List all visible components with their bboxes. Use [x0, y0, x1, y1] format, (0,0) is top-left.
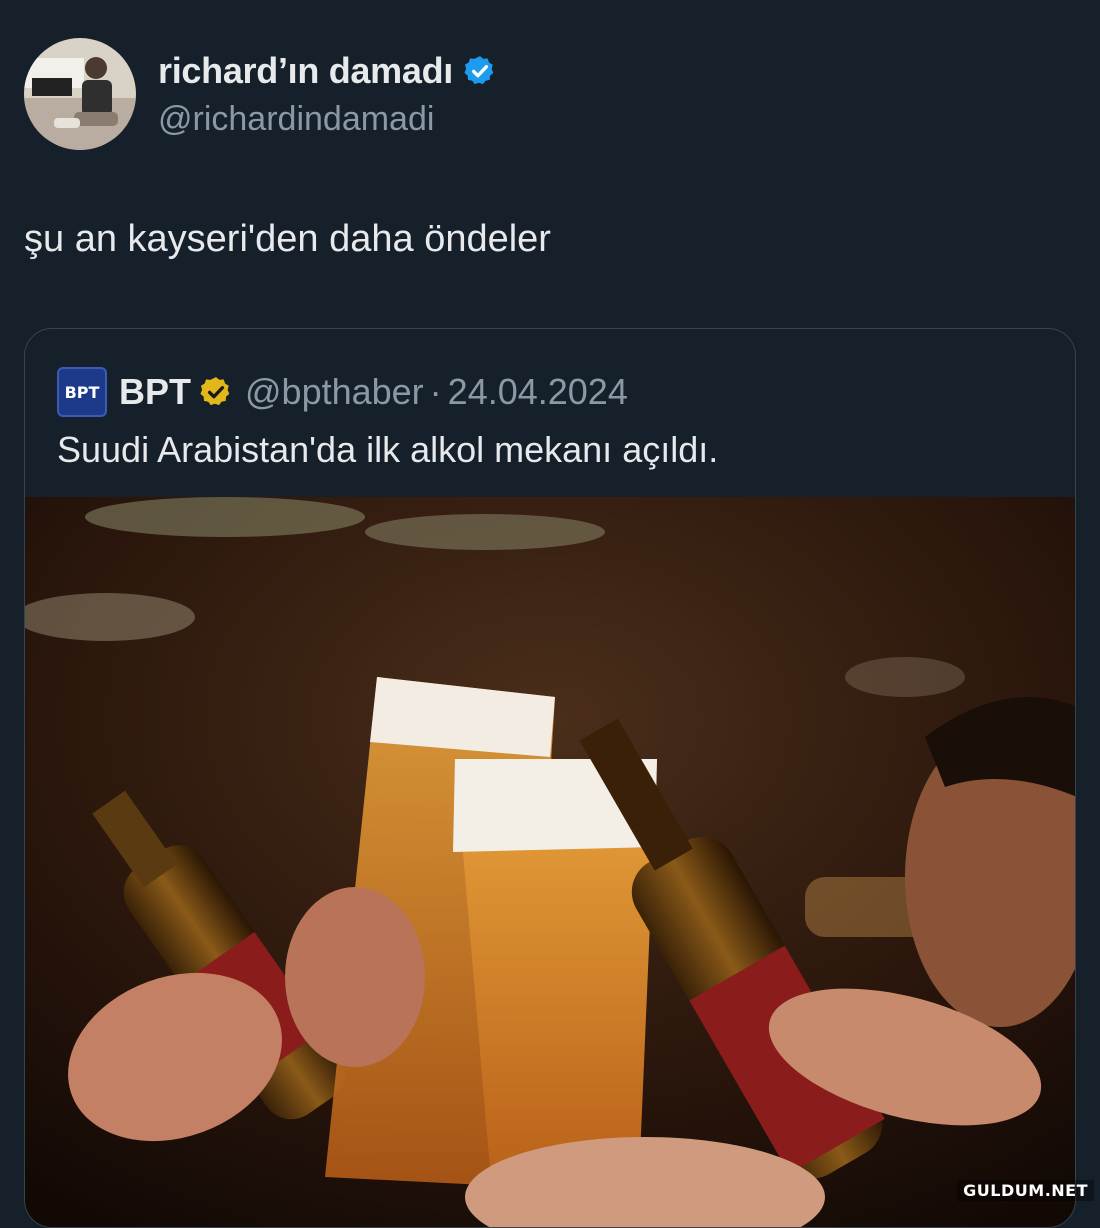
user-handle[interactable]: @richardindamadi — [158, 100, 497, 139]
tweet-text: şu an kayseri'den daha öndeler — [24, 218, 551, 260]
quoted-handle[interactable]: @bpthaber — [245, 371, 424, 413]
site-watermark: GULDUM.NET — [957, 1180, 1094, 1201]
gold-verified-badge-icon — [199, 375, 233, 409]
verified-badge-icon — [463, 54, 497, 88]
tweet-header: richard’ın damadı @richardindamadi — [24, 38, 497, 150]
quoted-display-name[interactable]: BPT — [119, 371, 191, 413]
quoted-date[interactable]: 24.04.2024 — [448, 371, 628, 413]
separator-dot: · — [429, 371, 442, 412]
beer-toast-photo[interactable] — [25, 497, 1075, 1227]
display-name[interactable]: richard’ın damadı — [158, 50, 453, 92]
user-avatar[interactable] — [24, 38, 136, 150]
bpt-logo-icon: BPT — [57, 367, 107, 417]
quoted-tweet[interactable]: BPT BPT @bpthaber · 24.04.2024 Suudi Ara… — [24, 328, 1076, 1228]
quoted-tweet-text: Suudi Arabistan'da ilk alkol mekanı açıl… — [57, 429, 719, 470]
